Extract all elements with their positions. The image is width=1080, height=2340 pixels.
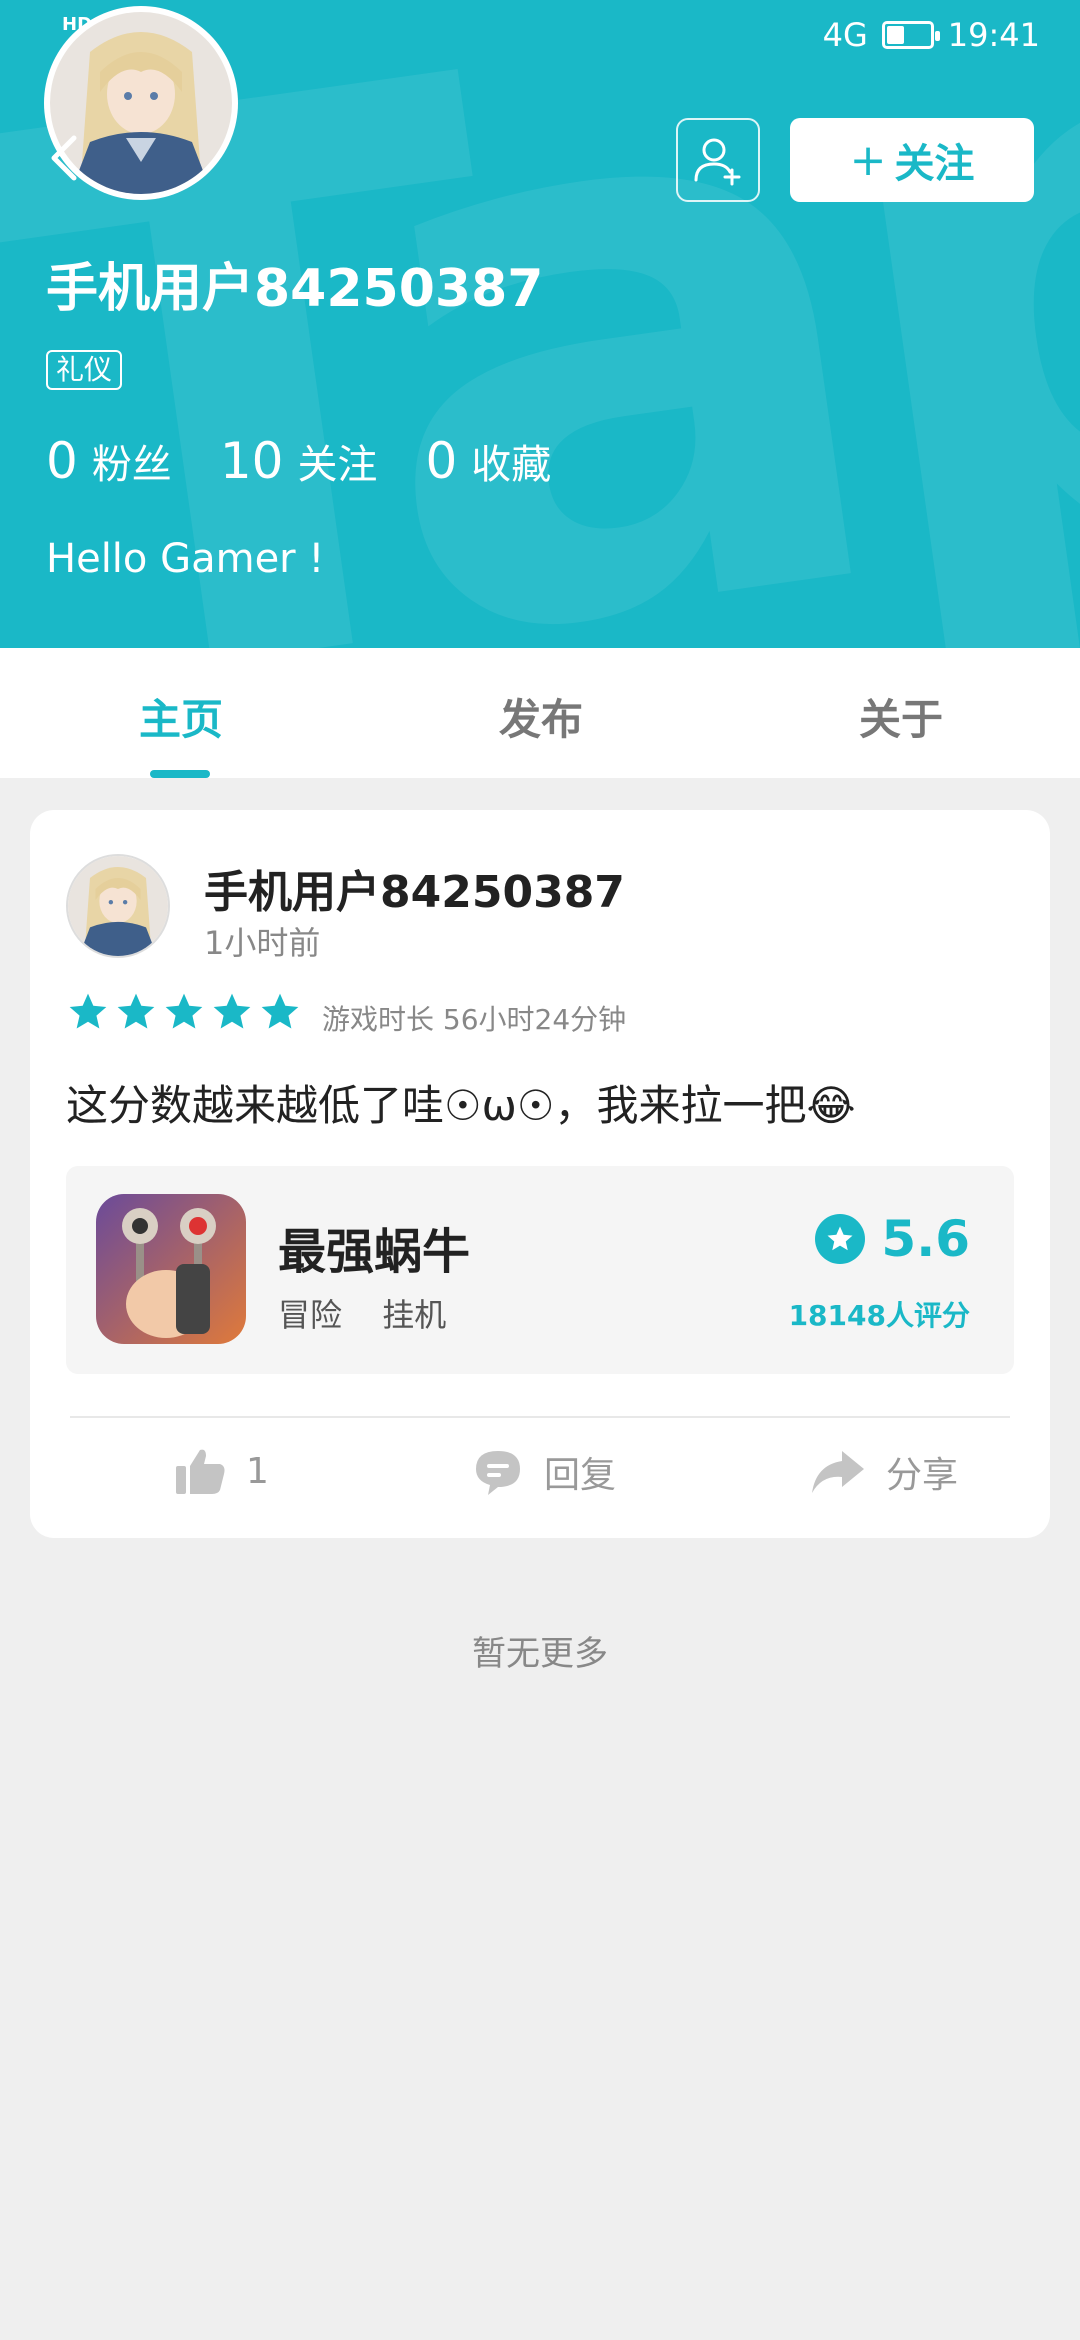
stat-label: 关注 <box>297 442 378 488</box>
tab-indicator <box>150 770 210 778</box>
share-button[interactable]: 分享 <box>810 1446 958 1498</box>
star-icon <box>213 993 251 1029</box>
like-button[interactable]: 1 <box>174 1446 269 1496</box>
status-right: 4G 19:41 <box>823 16 1040 54</box>
back-button[interactable] <box>44 130 94 190</box>
review-content: 这分数越来越低了哇☉ω☉，我来拉一把😂 <box>66 1081 856 1130</box>
follow-button[interactable]: + 关注 <box>790 118 1034 202</box>
game-rating: 5.6 <box>815 1210 970 1268</box>
rating-stars <box>66 990 302 1034</box>
stat-favorites[interactable]: 0 收藏 <box>425 432 551 490</box>
star-icon <box>117 993 155 1029</box>
stat-number: 0 <box>46 432 78 490</box>
star-icon <box>261 993 299 1029</box>
follow-label: 关注 <box>894 141 975 187</box>
game-name: 最强蜗牛 <box>278 1224 471 1280</box>
game-tag: 挂机 <box>382 1296 447 1334</box>
review-card[interactable]: 手机用户84250387 1小时前 游戏时长 56小时24分钟 这分数越来越低了… <box>30 810 1050 1538</box>
profile-stats: 0 粉丝 10 关注 0 收藏 <box>46 432 599 490</box>
like-count: 1 <box>246 1450 269 1492</box>
reply-button[interactable]: 回复 <box>472 1446 616 1498</box>
rating-count: 18148人评分 <box>788 1299 970 1332</box>
star-badge-icon <box>815 1214 866 1264</box>
stat-number: 0 <box>425 432 458 490</box>
plus-icon: + <box>849 134 887 186</box>
tab-posts[interactable]: 发布 <box>499 686 583 747</box>
profile-username: 手机用户84250387 <box>46 259 544 319</box>
game-tags: 冒险 挂机 <box>278 1290 476 1336</box>
thumbs-up-icon <box>176 1449 225 1494</box>
clock: 19:41 <box>947 16 1040 54</box>
rating-value: 5.6 <box>881 1210 970 1268</box>
review-actions: 1 回复 分享 <box>30 1446 1050 1506</box>
stat-label: 收藏 <box>471 442 552 488</box>
user-tag[interactable]: 礼仪 <box>46 350 123 390</box>
no-more-label: 暂无更多 <box>472 1634 608 1674</box>
game-icon <box>96 1194 246 1344</box>
stat-following[interactable]: 10 关注 <box>220 432 378 490</box>
review-username[interactable]: 手机用户84250387 <box>204 856 625 920</box>
add-user-icon <box>694 138 741 186</box>
network-label: 4G <box>822 16 868 54</box>
reply-label: 回复 <box>544 1455 617 1496</box>
snail-game-icon <box>96 1194 246 1344</box>
avatar-illustration <box>68 856 168 956</box>
tab-about[interactable]: 关于 <box>859 686 943 747</box>
share-label: 分享 <box>886 1455 959 1496</box>
profile-header: TapT HD 46 4G 19:41 <box>0 0 1080 648</box>
share-icon <box>812 1451 864 1493</box>
avatar[interactable] <box>66 854 170 958</box>
battery-icon <box>881 21 940 49</box>
game-tag: 冒险 <box>278 1296 343 1334</box>
game-card[interactable]: 最强蜗牛 冒险 挂机 5.6 18148人评分 <box>66 1166 1014 1374</box>
profile-bio: Hello Gamer ! <box>46 536 325 582</box>
divider <box>70 1416 1010 1418</box>
stat-number: 10 <box>219 432 284 490</box>
star-icon <box>165 993 203 1029</box>
chevron-left-icon <box>51 135 77 181</box>
profile-tabs: 主页 发布 关于 <box>0 648 1080 778</box>
star-icon <box>69 993 107 1029</box>
playtime: 游戏时长 56小时24分钟 <box>322 1003 627 1036</box>
stat-label: 粉丝 <box>91 442 172 488</box>
stat-followers[interactable]: 0 粉丝 <box>46 432 172 490</box>
comment-icon <box>476 1451 520 1495</box>
tab-home[interactable]: 主页 <box>139 686 223 747</box>
add-friend-button[interactable] <box>676 118 760 202</box>
review-time: 1小时前 <box>204 924 321 962</box>
